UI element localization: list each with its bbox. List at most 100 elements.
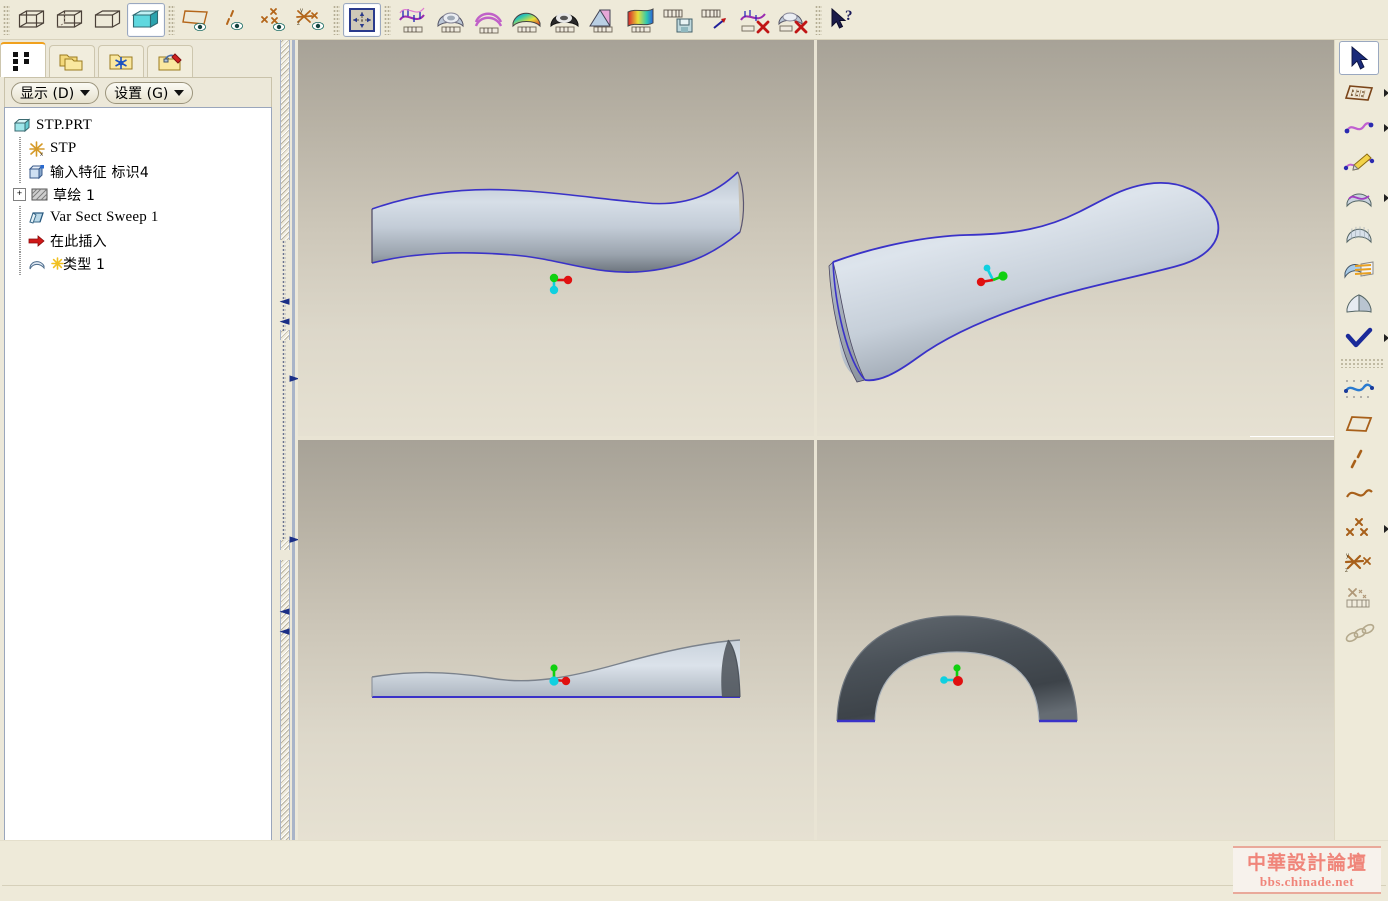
tree-row[interactable]: + 草绘 1	[13, 183, 263, 206]
no-menu-spacer	[1384, 560, 1388, 568]
model-tree-tab[interactable]	[0, 42, 46, 77]
delete-analysis-icon[interactable]	[698, 3, 736, 37]
toolbar-grip-4[interactable]	[384, 5, 391, 35]
model-tree-panel[interactable]: STP.PRT x	[4, 107, 272, 873]
axis-tool-row	[1335, 441, 1388, 476]
model-default-view[interactable]	[817, 40, 1334, 436]
offset-point-tool-row	[1335, 581, 1388, 616]
model-top-view[interactable]	[298, 440, 814, 840]
toolbar-grip[interactable]	[3, 5, 10, 35]
expand-node-button[interactable]: +	[13, 188, 26, 201]
graphics-window[interactable]	[298, 40, 1334, 840]
chevron-down-icon	[80, 90, 90, 96]
tree-item-label: 类型 1	[63, 254, 105, 274]
viewport-bottom-right[interactable]	[817, 440, 1334, 840]
delete-surface-analysis-icon[interactable]	[774, 3, 812, 37]
show-menu-button[interactable]: 显示 (D)	[11, 82, 99, 104]
status-divider	[2, 885, 1386, 886]
axis-tool-button[interactable]	[1339, 442, 1379, 476]
tree-row[interactable]: x STP	[13, 137, 263, 160]
viewport-vertical-divider[interactable]	[814, 40, 817, 840]
splitter-rail[interactable]	[292, 40, 295, 840]
reflection-analysis-icon[interactable]	[546, 3, 584, 37]
tree-connector	[13, 137, 27, 160]
context-help-icon[interactable]: ?	[825, 3, 863, 37]
boundary-blend-menu-caret-icon[interactable]	[1384, 194, 1388, 202]
gaussian-curvature-icon[interactable]	[508, 3, 546, 37]
datum-plane-display-icon[interactable]	[178, 3, 216, 37]
tree-row[interactable]: 类型 1	[13, 252, 263, 275]
datum-axis-display-icon[interactable]	[216, 3, 254, 37]
select-tool-button[interactable]	[1339, 41, 1379, 75]
hidden-line-icon[interactable]	[51, 3, 89, 37]
viewport-bottom-left[interactable]	[298, 440, 814, 840]
datum-plane-tool-button[interactable]	[1339, 76, 1379, 110]
navigator-tabs	[0, 40, 276, 77]
splitter-collapse-left-icon[interactable]: ◄	[279, 315, 290, 328]
no-menu-spacer	[1384, 385, 1388, 393]
tree-row[interactable]: 在此插入	[13, 229, 263, 252]
plane-tool-button[interactable]	[1339, 407, 1379, 441]
curve-analysis-tool-button[interactable]	[1339, 372, 1379, 406]
datum-plane-menu-caret-icon[interactable]	[1384, 89, 1388, 97]
datum-point-display-icon[interactable]	[254, 3, 292, 37]
toolbar-grip-2[interactable]	[168, 5, 175, 35]
confirm-tool-button[interactable]	[1339, 321, 1379, 355]
viewport-top-left[interactable]	[298, 40, 814, 436]
csys-tool-button[interactable]: y z	[1339, 547, 1379, 581]
confirm-menu-caret-icon[interactable]	[1384, 334, 1388, 342]
toolbar-grip-3[interactable]	[333, 5, 340, 35]
panel-splitter[interactable]: ◄ ◄ ► ► ◄ ◄	[276, 40, 298, 840]
viewport-top-right[interactable]	[817, 40, 1334, 436]
curvature-analysis-icon[interactable]	[394, 3, 432, 37]
surface-tool-button[interactable]	[1339, 216, 1379, 250]
settings-menu-label: 设置 (G)	[114, 83, 168, 103]
offset-point-tool-button[interactable]	[1339, 582, 1379, 616]
tree-connector	[13, 160, 27, 183]
watermark: 中華設計論壇 bbs.chinade.net	[1233, 846, 1381, 894]
toolbar-grip-5[interactable]	[815, 5, 822, 35]
folder-browser-tab[interactable]	[49, 45, 95, 77]
shaded-curvature-icon[interactable]	[432, 3, 470, 37]
curve-menu-caret-icon[interactable]	[1384, 124, 1388, 132]
slope-analysis-icon[interactable]	[584, 3, 622, 37]
splitter-collapse-left-icon[interactable]: ◄	[279, 295, 290, 308]
favorites-tab[interactable]	[98, 45, 144, 77]
insert-here-icon	[27, 232, 47, 250]
splitter-collapse-left-icon[interactable]: ◄	[279, 625, 290, 638]
boundary-blend-icon	[1344, 186, 1374, 210]
draft-analysis-icon[interactable]	[622, 3, 660, 37]
style-curve-tool-button[interactable]	[1339, 146, 1379, 180]
coordinate-system-triad	[550, 274, 572, 294]
splitter-band[interactable]	[280, 560, 290, 840]
delete-curve-analysis-icon[interactable]	[736, 3, 774, 37]
no-hidden-icon[interactable]	[89, 3, 127, 37]
shading-icon[interactable]	[127, 3, 165, 37]
wireframe-icon[interactable]	[13, 3, 51, 37]
splitter-band[interactable]	[280, 40, 290, 240]
model-right-view[interactable]	[817, 440, 1334, 840]
point-tool-button[interactable]	[1339, 512, 1379, 546]
save-analysis-icon[interactable]	[660, 3, 698, 37]
splitter-texture	[282, 340, 286, 540]
annotation-display-icon[interactable]	[343, 3, 381, 37]
datum-csys-display-icon[interactable]: y z	[292, 3, 330, 37]
curve-tool-button[interactable]	[1339, 111, 1379, 145]
tree-row[interactable]: Var Sect Sweep 1	[13, 206, 263, 229]
chain-tool-button[interactable]	[1339, 617, 1379, 651]
connections-tab[interactable]	[147, 45, 193, 77]
settings-menu-button[interactable]: 设置 (G)	[105, 82, 193, 104]
splitter-collapse-left-icon[interactable]: ◄	[279, 605, 290, 618]
trim-tool-button[interactable]	[1339, 251, 1379, 285]
viewport-horizontal-divider[interactable]	[298, 436, 1334, 440]
boundary-blend-tool-button[interactable]	[1339, 181, 1379, 215]
tree-row[interactable]: 输入特征 标识4	[13, 160, 263, 183]
model-front-view[interactable]	[298, 40, 814, 436]
section-analysis-icon[interactable]	[470, 3, 508, 37]
watermark-chinese-text: 中華設計論壇	[1247, 852, 1367, 874]
point-menu-caret-icon[interactable]	[1384, 525, 1388, 533]
sketch-curve-tool-button[interactable]	[1339, 477, 1379, 511]
tree-row[interactable]: STP.PRT	[13, 114, 263, 137]
merge-tool-button[interactable]	[1339, 286, 1379, 320]
application-window: y z	[0, 0, 1388, 901]
